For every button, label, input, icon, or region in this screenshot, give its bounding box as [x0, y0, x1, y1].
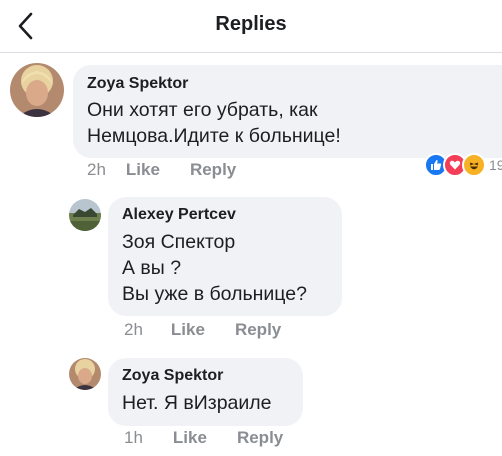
reply-button[interactable]: Reply: [237, 428, 283, 448]
reaction-count: 19: [489, 157, 502, 173]
comment-actions: 1h Like Reply: [124, 428, 283, 448]
reply-button[interactable]: Reply: [190, 160, 236, 180]
comment-timestamp[interactable]: 2h: [87, 160, 106, 180]
haha-icon: [462, 153, 486, 177]
like-button[interactable]: Like: [126, 160, 160, 180]
like-button[interactable]: Like: [173, 428, 207, 448]
comment-actions: 2h Like Reply: [87, 160, 236, 180]
comment-text: Нет. Я вИзраиле: [122, 392, 272, 414]
like-button[interactable]: Like: [171, 320, 205, 340]
avatar[interactable]: [69, 358, 101, 390]
comment-text: Они хотят его убрать, как Немцова.Идите …: [87, 99, 341, 147]
top-bar: Replies: [0, 0, 502, 53]
reply-button[interactable]: Reply: [235, 320, 281, 340]
avatar[interactable]: [69, 199, 101, 231]
page-title: Replies: [215, 13, 287, 35]
comment-text: Зоя Спектор А вы ? Вы уже в больнице?: [122, 231, 307, 305]
comment-author[interactable]: Zoya Spektor: [87, 75, 488, 93]
reaction-summary[interactable]: 19: [424, 153, 502, 177]
comment-actions: 2h Like Reply: [124, 320, 281, 340]
avatar[interactable]: [10, 63, 64, 117]
comment-author[interactable]: Zoya Spektor: [122, 367, 289, 385]
comment-author[interactable]: Alexey Pertcev: [122, 206, 328, 224]
comment-bubble: Zoya Spektor Нет. Я вИзраиле: [108, 358, 303, 426]
comment-timestamp[interactable]: 1h: [124, 428, 143, 448]
comment-bubble: Zoya Spektor Они хотят его убрать, как Н…: [73, 65, 502, 158]
comment-timestamp[interactable]: 2h: [124, 320, 143, 340]
comment-bubble: Alexey Pertcev Зоя Спектор А вы ? Вы уже…: [108, 197, 342, 316]
